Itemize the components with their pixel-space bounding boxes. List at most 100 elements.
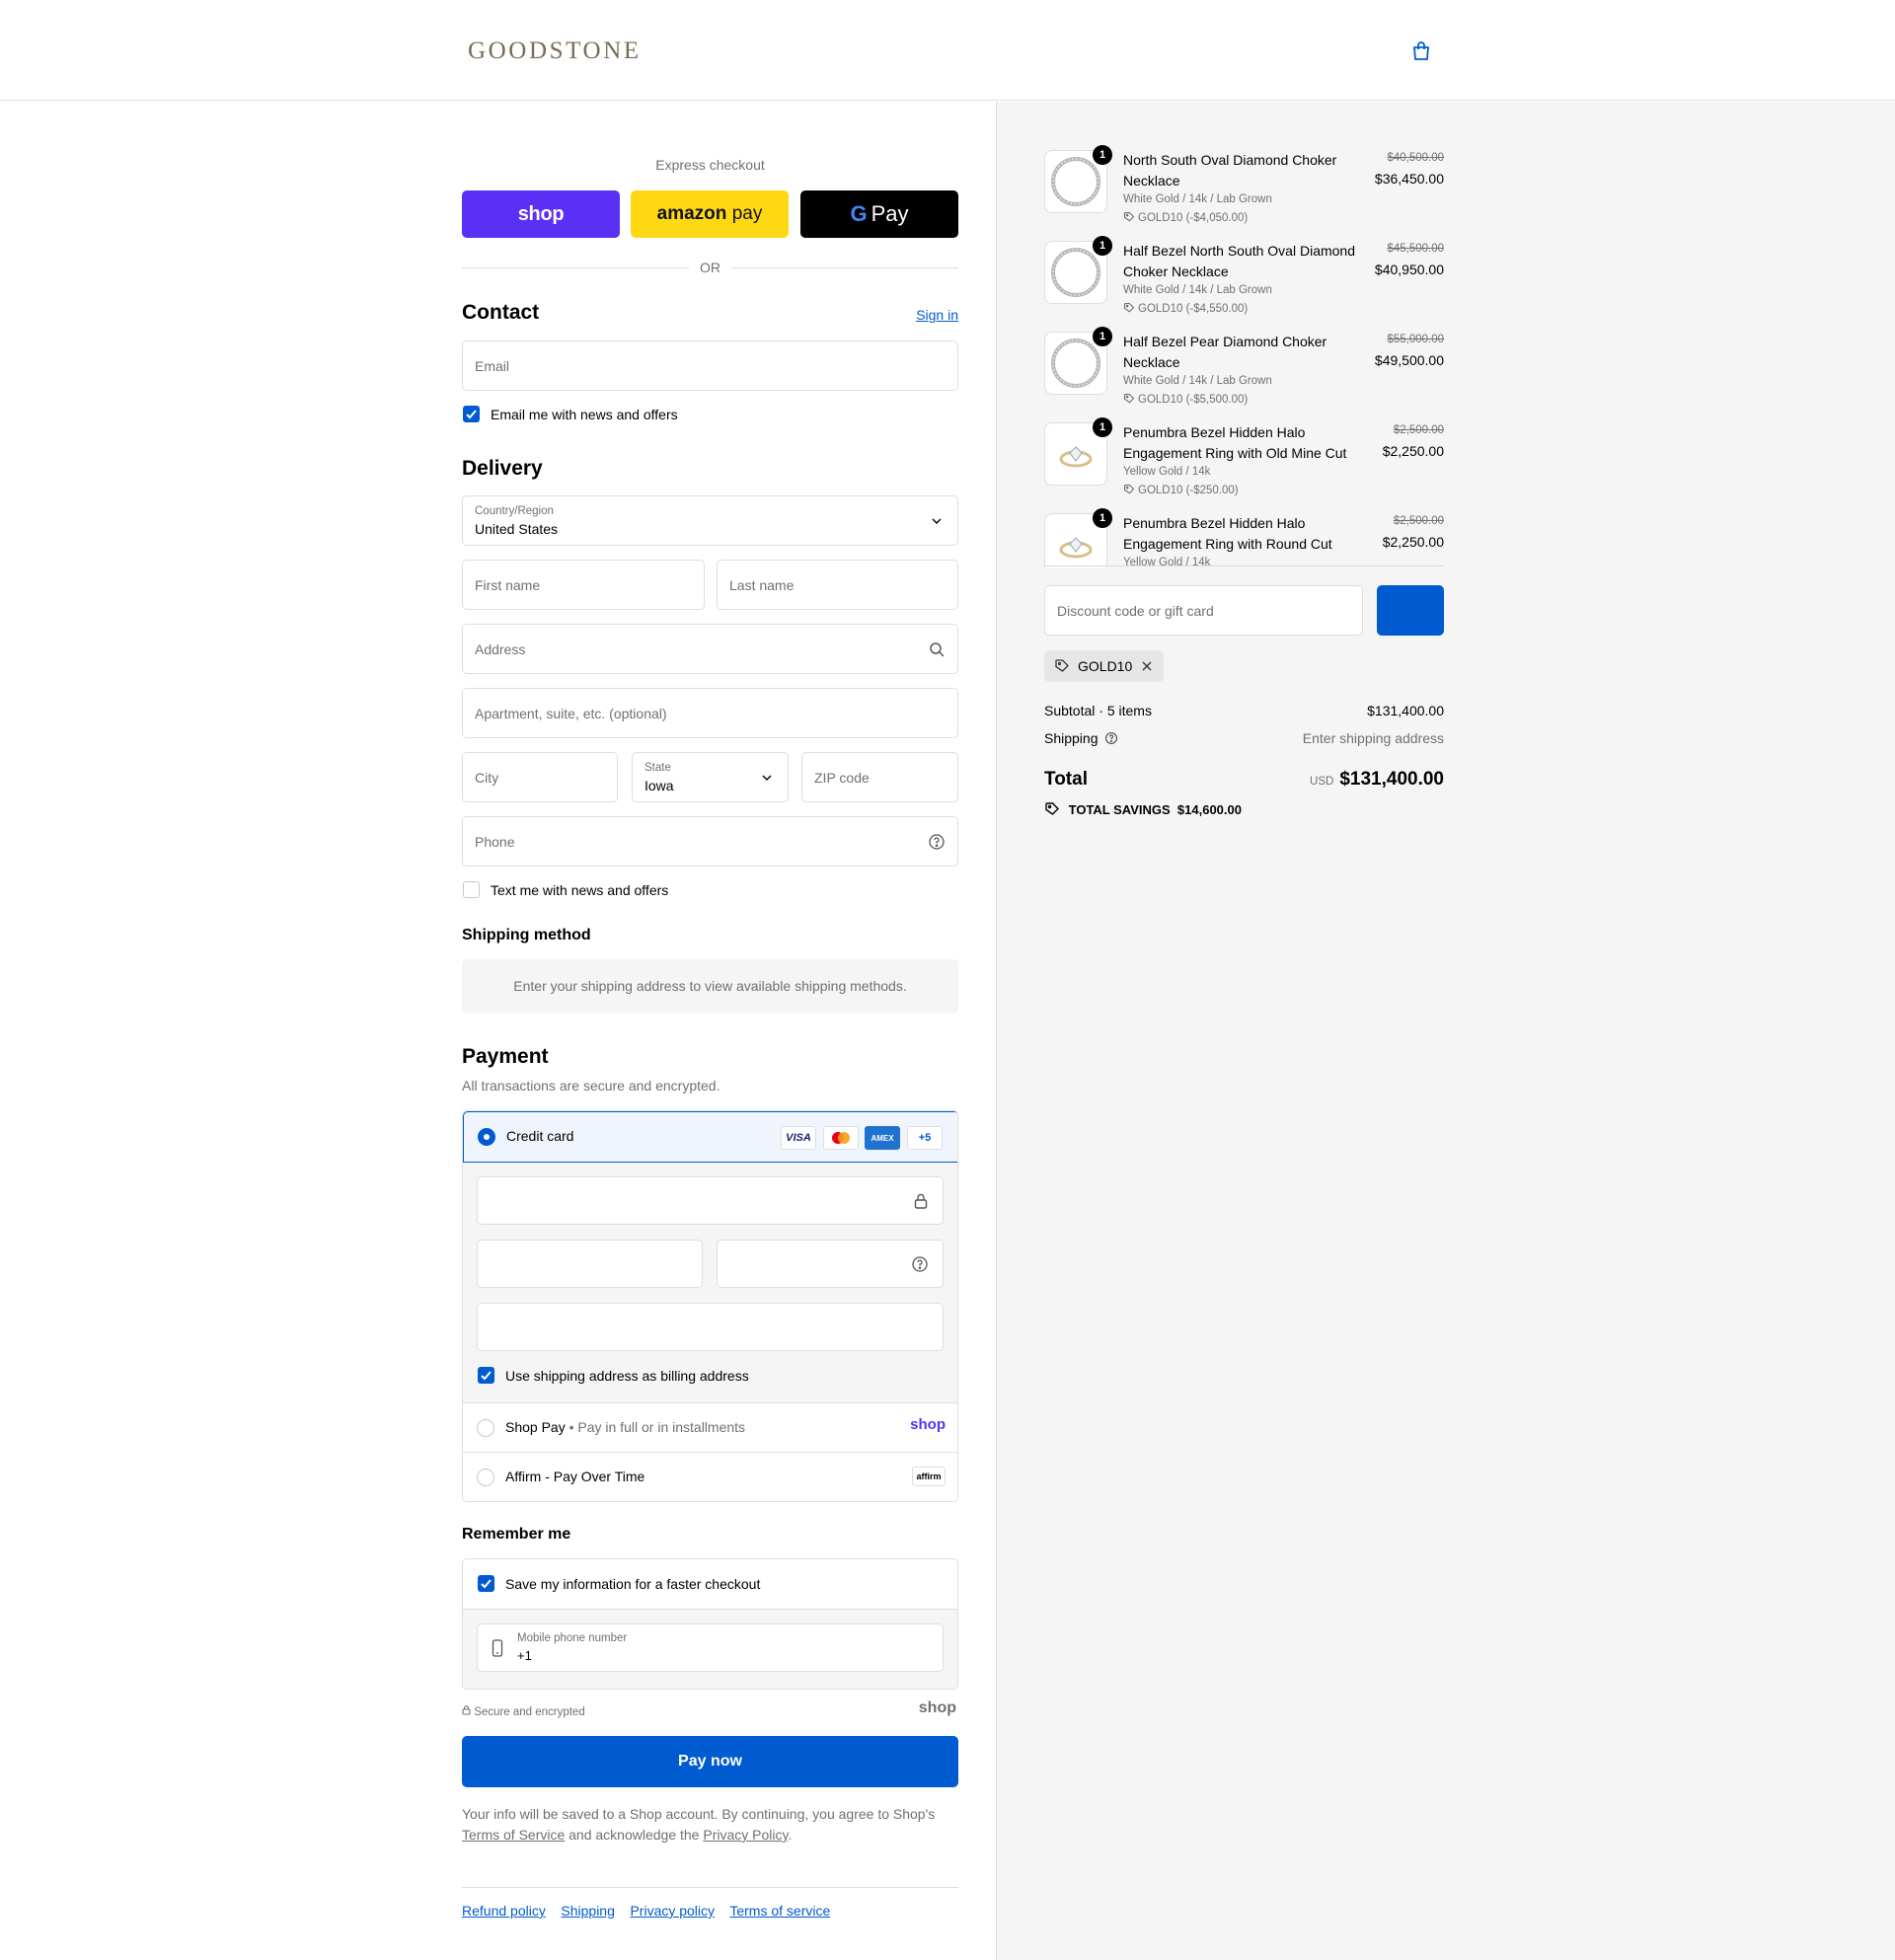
- secure-note: Secure and encrypted: [462, 1705, 585, 1718]
- privacy-policy-link[interactable]: Privacy policy: [630, 1903, 715, 1919]
- billing-address-label: Use shipping address as billing address: [505, 1368, 749, 1384]
- original-price: $40,500.00: [1387, 152, 1444, 164]
- security-code-field[interactable]: [717, 1240, 944, 1288]
- quantity-badge: 1: [1093, 417, 1112, 437]
- affirm-option[interactable]: Affirm - Pay Over Time affirm: [463, 1452, 957, 1501]
- amex-icon: AMEX: [865, 1126, 900, 1150]
- shop-logo: shop: [918, 1699, 956, 1716]
- affirm-label: Affirm - Pay Over Time: [505, 1469, 645, 1484]
- credit-card-radio[interactable]: [478, 1128, 495, 1146]
- terms-of-service-link[interactable]: Terms of service: [729, 1903, 830, 1919]
- help-circle-icon[interactable]: [1104, 731, 1118, 745]
- discount-code-field[interactable]: Discount code or gift card: [1044, 585, 1363, 636]
- total-row: Total USD $131,400.00: [1044, 769, 1444, 790]
- credit-card-label: Credit card: [506, 1128, 574, 1144]
- email-news-checkbox[interactable]: [463, 406, 480, 422]
- applied-discount-tag: GOLD10: [1044, 650, 1165, 682]
- product-discount: GOLD10 (-$4,050.00): [1123, 211, 1248, 224]
- mobile-phone-icon: [492, 1639, 503, 1657]
- shopping-bag-icon[interactable]: [1409, 39, 1433, 63]
- google-g-icon: G: [850, 201, 868, 226]
- address-field[interactable]: Address: [462, 624, 958, 674]
- remember-me-heading: Remember me: [462, 1526, 571, 1543]
- country-select[interactable]: Country/Region United States: [462, 495, 958, 546]
- help-circle-icon[interactable]: [928, 833, 946, 851]
- remove-discount-icon[interactable]: [1140, 659, 1154, 673]
- phone-field[interactable]: Phone: [462, 816, 958, 867]
- original-price: $2,500.00: [1393, 424, 1444, 436]
- last-name-field[interactable]: Last name: [717, 560, 958, 610]
- delivery-heading: Delivery: [462, 457, 543, 480]
- tag-icon: [1055, 659, 1069, 672]
- checkout-main: Express checkout shop amazon pay G Pay OR…: [0, 102, 996, 1960]
- original-price: $55,000.00: [1387, 334, 1444, 345]
- contact-heading: Contact: [462, 301, 540, 324]
- shop-logo: shop: [910, 1416, 946, 1433]
- email-field[interactable]: Email: [462, 340, 958, 391]
- lock-icon: [914, 1193, 928, 1209]
- quantity-badge: 1: [1093, 327, 1112, 346]
- footer-links: Refund policy Shipping Privacy policy Te…: [462, 1903, 830, 1919]
- search-icon: [930, 642, 945, 657]
- pay-now-button[interactable]: Pay now: [462, 1736, 958, 1787]
- or-divider: OR: [462, 258, 958, 277]
- visa-icon: VISA: [781, 1126, 816, 1150]
- google-pay-button[interactable]: G Pay: [800, 190, 958, 238]
- text-news-label: Text me with news and offers: [491, 882, 669, 898]
- text-news-checkbox[interactable]: [463, 881, 480, 898]
- header: GOODSTONE: [0, 0, 1895, 101]
- tag-icon: [1123, 484, 1135, 494]
- product-name: Penumbra Bezel Hidden Halo Engagement Ri…: [1123, 515, 1332, 552]
- product-thumbnail: 1: [1044, 417, 1112, 486]
- card-number-field[interactable]: [477, 1176, 944, 1225]
- product-discount: GOLD10 (-$4,550.00): [1123, 302, 1248, 315]
- shop-terms-link[interactable]: Terms of Service: [462, 1827, 565, 1843]
- product-thumbnail: 1: [1044, 327, 1112, 395]
- product-thumbnail: 1: [1044, 236, 1112, 304]
- first-name-field[interactable]: First name: [462, 560, 705, 610]
- shop-privacy-link[interactable]: Privacy Policy: [703, 1827, 788, 1843]
- store-logo[interactable]: GOODSTONE: [468, 38, 642, 65]
- shipping-method-heading: Shipping method: [462, 927, 591, 943]
- apartment-field[interactable]: Apartment, suite, etc. (optional): [462, 688, 958, 738]
- amazon-pay-button[interactable]: amazon pay: [631, 190, 789, 238]
- save-info-checkbox[interactable]: [478, 1575, 494, 1592]
- product-name: Half Bezel North South Oval Diamond Chok…: [1123, 243, 1355, 279]
- refund-policy-link[interactable]: Refund policy: [462, 1903, 546, 1919]
- product-variant: White Gold / 14k / Lab Grown: [1123, 284, 1272, 296]
- line-item: 1 Half Bezel Pear Diamond Choker Necklace…: [1044, 327, 1444, 411]
- state-select[interactable]: State Iowa: [632, 752, 789, 802]
- mobile-phone-field[interactable]: Mobile phone number +1: [477, 1623, 944, 1672]
- product-name: North South Oval Diamond Choker Necklace: [1123, 152, 1337, 188]
- shipping-policy-link[interactable]: Shipping: [561, 1903, 615, 1919]
- shop-pay-subtitle: Pay in full or in installments: [577, 1419, 746, 1435]
- sign-in-link[interactable]: Sign in: [916, 307, 958, 323]
- product-discount: GOLD10 (-$250.00): [1123, 484, 1239, 496]
- product-thumbnail: 1: [1044, 508, 1112, 567]
- zip-field[interactable]: ZIP code: [801, 752, 958, 802]
- chevron-down-icon: [762, 775, 772, 781]
- shop-pay-radio[interactable]: [477, 1419, 494, 1437]
- affirm-radio[interactable]: [477, 1469, 494, 1486]
- mastercard-icon: [823, 1126, 859, 1150]
- name-on-card-field[interactable]: [477, 1303, 944, 1351]
- save-info-label: Save my information for a faster checkou…: [505, 1576, 761, 1592]
- tag-icon: [1123, 211, 1135, 222]
- billing-address-checkbox[interactable]: [478, 1367, 494, 1384]
- tag-icon: [1045, 802, 1059, 815]
- apply-discount-button[interactable]: [1377, 585, 1444, 636]
- expiration-date-field[interactable]: [477, 1240, 703, 1288]
- original-price: $45,500.00: [1387, 243, 1444, 255]
- city-field[interactable]: City: [462, 752, 618, 802]
- help-circle-icon[interactable]: [911, 1255, 929, 1273]
- shop-pay-option[interactable]: Shop Pay • Pay in full or in installment…: [463, 1402, 957, 1452]
- line-items-list[interactable]: 1 North South Oval Diamond Choker Necklac…: [997, 141, 1895, 567]
- legal-notice: Your info will be saved to a Shop accoun…: [462, 1806, 936, 1843]
- original-price: $2,500.00: [1393, 515, 1444, 527]
- quantity-badge: 1: [1093, 145, 1112, 165]
- payment-heading: Payment: [462, 1045, 549, 1068]
- credit-card-option[interactable]: Credit card VISA AMEX +5: [463, 1111, 957, 1163]
- line-item: 1 Penumbra Bezel Hidden Halo Engagement R…: [1044, 417, 1444, 501]
- shop-pay-express-button[interactable]: shop: [462, 190, 620, 238]
- remember-me-box: Save my information for a faster checkou…: [462, 1558, 958, 1690]
